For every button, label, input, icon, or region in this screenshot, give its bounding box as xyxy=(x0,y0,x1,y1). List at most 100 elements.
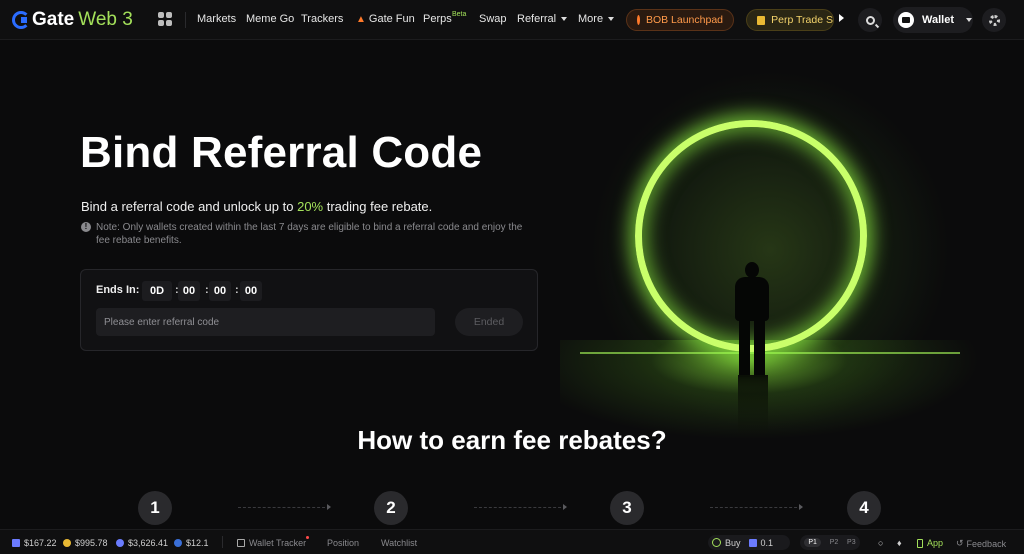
person-silhouette xyxy=(727,262,777,377)
settings-button[interactable] xyxy=(982,8,1006,32)
how-to-title: How to earn fee rebates? xyxy=(357,425,667,455)
nav-trackers[interactable]: Trackers xyxy=(301,13,343,25)
eth-icon xyxy=(116,539,124,547)
bnb-icon xyxy=(63,539,71,547)
price-eth[interactable]: $3,626.41 xyxy=(116,538,168,548)
eligibility-note: ! Note: Only wallets created within the l… xyxy=(81,221,531,247)
step-arrow xyxy=(238,504,331,510)
chevron-down-icon xyxy=(608,17,615,22)
page-title: Bind Referral Code xyxy=(80,128,483,177)
nav-referral-label: Referral xyxy=(517,13,557,25)
bottom-bar: $167.22 $995.78 $3,626.41 $12.1 Wallet T… xyxy=(0,529,1024,554)
preset-selector[interactable]: P1 P2 P3 xyxy=(800,535,860,550)
nav-divider xyxy=(185,12,186,28)
nav-more[interactable]: More xyxy=(578,13,615,25)
watchlist-link[interactable]: Watchlist xyxy=(381,538,417,548)
logo-text: Gate xyxy=(32,9,75,30)
sol-icon xyxy=(12,539,20,547)
phone-icon xyxy=(917,538,923,548)
language-icon[interactable]: ○ xyxy=(878,538,883,548)
buy-label: Buy xyxy=(725,537,741,548)
bob-launchpad-button[interactable]: BOB Launchpad xyxy=(626,9,734,31)
sol-icon xyxy=(748,538,757,547)
nav-more-label: More xyxy=(578,13,604,25)
nav-gate-fun[interactable]: ▲ Gate Fun xyxy=(356,13,415,25)
app-link[interactable]: App xyxy=(917,538,943,548)
countdown-separator: : xyxy=(235,284,239,296)
wallet-tracker-icon xyxy=(237,539,245,547)
search-icon xyxy=(865,15,875,25)
bell-icon[interactable]: ♦ xyxy=(897,538,902,548)
bob-coin-icon xyxy=(637,15,640,25)
preset-p1[interactable]: P1 xyxy=(804,538,821,547)
step-arrow xyxy=(710,504,803,510)
gate-logo-icon xyxy=(12,11,30,29)
step-3-badge: 3 xyxy=(610,491,644,525)
nav-swap[interactable]: Swap xyxy=(479,13,507,25)
gate-web3-logo[interactable]: Gate Web 3 xyxy=(12,9,133,31)
scroll-right-icon[interactable] xyxy=(839,14,844,22)
price-sol[interactable]: $167.22 xyxy=(12,538,57,548)
portal-illustration xyxy=(560,40,980,440)
price-other-value: $12.1 xyxy=(186,538,209,548)
price-other[interactable]: $12.1 xyxy=(174,538,209,548)
feedback-label: Feedback xyxy=(966,538,1007,549)
feedback-icon: ↺ xyxy=(956,538,964,548)
wallet-tracker-link[interactable]: Wallet Tracker xyxy=(237,538,306,548)
app-label: App xyxy=(927,538,944,548)
preset-p2[interactable]: P2 xyxy=(830,539,839,546)
nav-gate-fun-label: Gate Fun xyxy=(368,13,415,25)
step-1-badge: 1 xyxy=(138,491,172,525)
nav-referral[interactable]: Referral xyxy=(517,13,568,25)
nav-meme-go[interactable]: Meme Go xyxy=(246,13,294,25)
apps-grid-icon[interactable] xyxy=(158,12,172,26)
logo-suffix: Web 3 xyxy=(78,9,133,30)
subtitle-tail: trading fee rebate. xyxy=(323,199,433,214)
nav-perps[interactable]: Perps xyxy=(423,13,452,25)
step-2-badge: 2 xyxy=(374,491,408,525)
perp-trade-label: Perp Trade S xyxy=(771,14,833,26)
step-arrow xyxy=(474,504,567,510)
countdown-days: 0D xyxy=(142,281,172,301)
note-text: Note: Only wallets created within the la… xyxy=(96,222,523,246)
subtitle-text: Bind a referral code and unlock up to xyxy=(81,199,298,214)
chevron-down-icon xyxy=(966,18,972,22)
preset-p3[interactable]: P3 xyxy=(847,539,856,546)
step-4-badge: 4 xyxy=(847,491,881,525)
wallet-button[interactable]: Wallet xyxy=(893,7,973,33)
countdown-hours: 00 xyxy=(178,281,200,301)
wallet-icon xyxy=(898,12,914,28)
perp-trade-button[interactable]: Perp Trade S xyxy=(746,9,834,31)
price-bnb-value: $995.78 xyxy=(75,538,108,548)
wallet-label: Wallet xyxy=(922,14,954,26)
wallet-tracker-label: Wallet Tracker xyxy=(249,538,307,548)
buy-amount[interactable]: 0.1 xyxy=(761,538,774,548)
ended-button[interactable]: Ended xyxy=(455,308,523,336)
feedback-link[interactable]: ↺ Feedback xyxy=(956,538,1006,549)
search-button[interactable] xyxy=(858,8,882,32)
perps-beta-badge: Beta xyxy=(452,11,467,18)
chevron-down-icon xyxy=(561,17,568,22)
nav-markets[interactable]: Markets xyxy=(197,13,236,25)
info-icon: ! xyxy=(81,222,91,232)
referral-card: Ends In: 0D : 00 : 00 : 00 Ended xyxy=(80,269,538,351)
countdown-minutes: 00 xyxy=(209,281,231,301)
countdown-label: Ends In: xyxy=(96,284,140,296)
countdown-seconds: 00 xyxy=(240,281,262,301)
notification-dot xyxy=(306,536,309,539)
gear-icon xyxy=(988,14,1000,26)
price-sol-value: $167.22 xyxy=(24,538,57,548)
gift-icon xyxy=(757,15,766,25)
top-nav: Gate Web 3 Markets Meme Go Trackers ▲ Gat… xyxy=(0,0,1024,40)
quick-buy-control[interactable]: Buy 0.1 xyxy=(708,535,790,550)
rebate-percent: 20% xyxy=(297,199,324,214)
referral-code-input[interactable] xyxy=(96,308,435,336)
hero-subtitle: Bind a referral code and unlock up to 20… xyxy=(81,199,432,214)
chain-icon xyxy=(174,539,182,547)
price-eth-value: $3,626.41 xyxy=(128,538,169,548)
price-bnb[interactable]: $995.78 xyxy=(63,538,108,548)
flame-icon: ▲ xyxy=(356,14,366,25)
bar-divider xyxy=(222,536,223,548)
bob-launchpad-label: BOB Launchpad xyxy=(645,14,723,26)
position-link[interactable]: Position xyxy=(327,538,359,548)
